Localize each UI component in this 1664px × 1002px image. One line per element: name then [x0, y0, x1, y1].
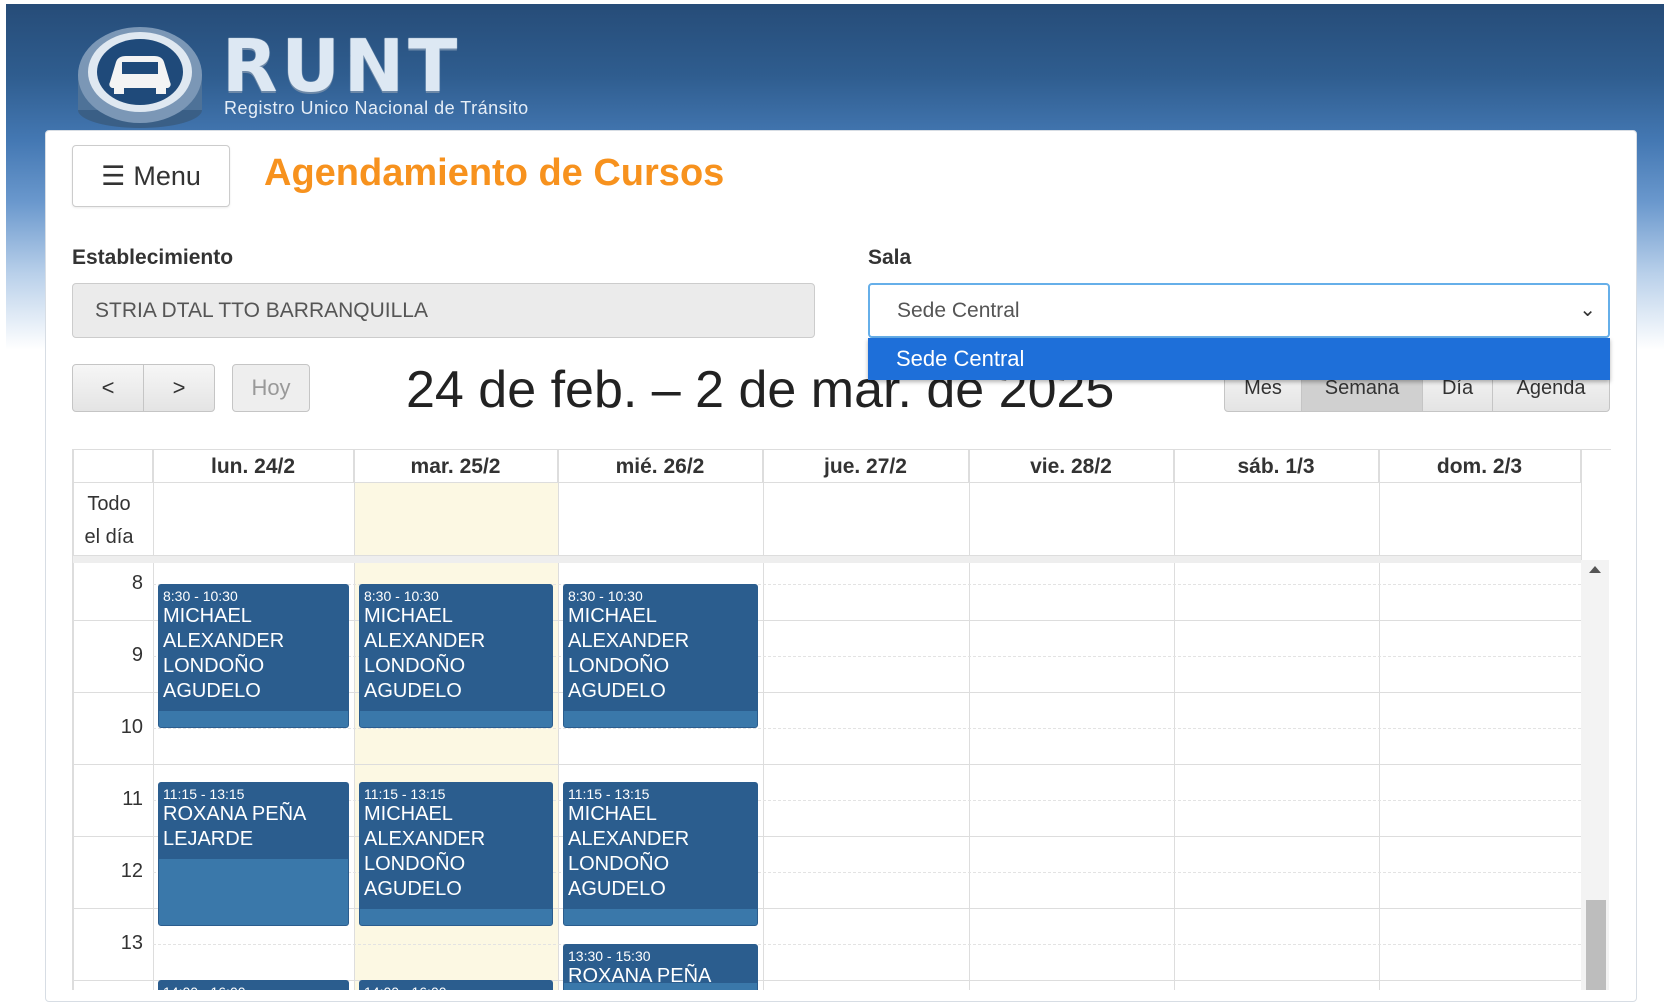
day-header[interactable]: lun. 24/2 [153, 450, 354, 483]
day-header[interactable]: sáb. 1/3 [1174, 450, 1379, 483]
page-title: Agendamiento de Cursos [264, 152, 725, 194]
event-footer [360, 908, 552, 925]
sala-label: Sala [868, 246, 912, 269]
event-time: 8:30 - 10:30 [163, 587, 238, 604]
all-day-label-line2: el día [84, 526, 134, 548]
event-time: 11:15 - 13:15 [163, 785, 245, 802]
column-divider [763, 450, 764, 990]
time-label: 8 [131, 571, 143, 594]
time-label: 13 [120, 931, 143, 954]
time-label: 11 [122, 787, 143, 810]
establecimiento-label: Establecimiento [72, 246, 234, 269]
half-hour-line [153, 943, 1581, 945]
calendar-event[interactable]: 8:30 - 10:30 MICHAEL ALEXANDER LONDOÑO AG… [563, 583, 758, 728]
event-time: 11:15 - 13:15 [364, 785, 446, 802]
column-divider [1379, 450, 1380, 990]
column-divider [558, 450, 559, 990]
sala-select[interactable]: Sede Central ⌄ [868, 283, 1610, 338]
menu-button[interactable]: ☰ Menu [72, 145, 230, 207]
hamburger-icon: ☰ [101, 160, 126, 191]
all-day-label: Todo el día [73, 488, 145, 554]
event-title: MICHAEL ALEXANDER LONDOÑO AGUDELO [568, 802, 690, 900]
time-label: 9 [131, 643, 143, 666]
hour-line [73, 763, 1581, 765]
chevron-right-icon: > [172, 375, 186, 400]
event-footer [564, 908, 757, 925]
all-day-separator [73, 555, 1581, 563]
all-day-label-line1: Todo [87, 493, 131, 515]
calendar-event[interactable]: 14:00 - 16:00 [158, 979, 349, 990]
scroll-up-icon[interactable] [1589, 566, 1601, 573]
chevron-down-icon: ⌄ [1579, 299, 1596, 321]
sala-selected-value: Sede Central [897, 299, 1020, 322]
event-footer [564, 710, 757, 727]
establecimiento-field[interactable]: STRIA DTAL TTO BARRANQUILLA [72, 283, 815, 338]
event-time: 14:00 - 16:00 [364, 984, 548, 990]
scrollbar-thumb[interactable] [1586, 900, 1606, 990]
event-time: 14:00 - 16:00 [163, 984, 344, 990]
menu-label: Menu [133, 160, 201, 191]
half-hour-line [153, 727, 1581, 729]
event-time: 8:30 - 10:30 [364, 587, 439, 604]
column-divider [1174, 450, 1175, 990]
calendar-event[interactable]: 14:00 - 16:00 [359, 979, 553, 990]
event-title: MICHAEL ALEXANDER LONDOÑO AGUDELO [364, 802, 486, 900]
event-footer [159, 710, 348, 727]
today-button[interactable]: Hoy [232, 364, 310, 412]
today-label: Hoy [251, 375, 291, 400]
day-header[interactable]: jue. 27/2 [763, 450, 969, 483]
sala-option-sede-central[interactable]: Sede Central [868, 338, 1610, 380]
calendar-event[interactable]: 13:30 - 15:30ROXANA PEÑA LEJARDE [563, 943, 758, 990]
event-title: MICHAEL ALEXANDER LONDOÑO AGUDELO [364, 604, 486, 702]
gutter-header [73, 450, 153, 483]
calendar-event[interactable]: 11:15 - 13:15 MICHAEL ALEXANDER LONDOÑO A… [359, 781, 553, 926]
week-calendar: lun. 24/2 mar. 25/2 mié. 26/2 jue. 27/2 vie.… [72, 449, 1611, 990]
calendar-scrollbar[interactable] [1581, 560, 1609, 990]
day-header[interactable]: mié. 26/2 [558, 450, 763, 483]
calendar-event[interactable]: 8:30 - 10:30 MICHAEL ALEXANDER LONDOÑO AG… [158, 583, 349, 728]
event-footer [159, 858, 348, 925]
calendar-event[interactable]: 11:15 - 13:15 MICHAEL ALEXANDER LONDOÑO A… [563, 781, 758, 926]
prev-week-button[interactable]: < [72, 364, 144, 412]
day-header[interactable]: mar. 25/2 [354, 450, 558, 483]
day-header[interactable]: vie. 28/2 [969, 450, 1174, 483]
calendar-event[interactable]: 11:15 - 13:15 ROXANA PEÑA LEJARDE [158, 781, 349, 926]
event-title: ROXANA PEÑA LEJARDE [568, 964, 711, 990]
event-time: 8:30 - 10:30 [568, 587, 643, 604]
column-divider [969, 450, 970, 990]
calendar-event[interactable]: 8:30 - 10:30 MICHAEL ALEXANDER LONDOÑO AG… [359, 583, 553, 728]
time-label: 12 [120, 859, 143, 882]
event-time: 13:30 - 15:30 [568, 947, 651, 964]
event-title: ROXANA PEÑA LEJARDE [163, 802, 306, 850]
column-divider [354, 450, 355, 990]
event-footer [360, 710, 552, 727]
event-title: MICHAEL ALEXANDER LONDOÑO AGUDELO [163, 604, 285, 702]
logo-subtitle: Registro Unico Nacional de Tránsito [224, 98, 529, 118]
logo-wordmark: RUNT [222, 24, 462, 108]
column-divider [153, 450, 154, 990]
time-label: 10 [120, 715, 143, 738]
day-header[interactable]: dom. 2/3 [1379, 450, 1581, 483]
event-time: 11:15 - 13:15 [568, 785, 650, 802]
chevron-left-icon: < [101, 375, 115, 400]
event-title: MICHAEL ALEXANDER LONDOÑO AGUDELO [568, 604, 690, 702]
car-logo-icon [78, 27, 202, 128]
next-week-button[interactable]: > [143, 364, 215, 412]
